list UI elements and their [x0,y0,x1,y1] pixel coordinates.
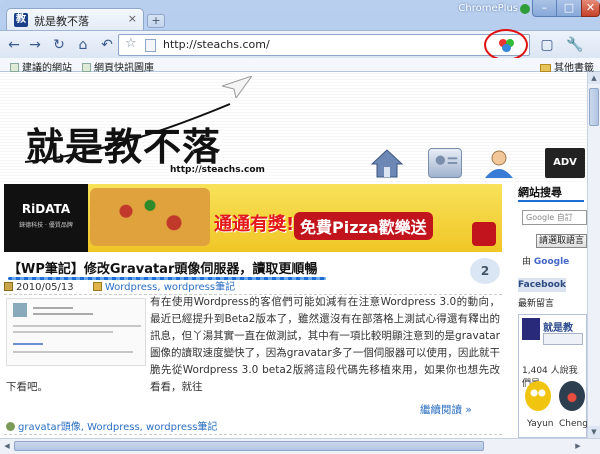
bookmark-star-icon[interactable]: ☆ [125,36,137,51]
chromeplus-icon [520,4,530,14]
search-input[interactable]: Google 自訂 [522,210,587,225]
bookmarks-bar: 建議的網站 網頁快訊圖庫 其他書籤 [0,58,600,74]
folder-icon [92,282,102,291]
post-meta: 2010/05/13 Wordpress, wordpress筆記 [4,278,502,293]
post-title[interactable]: 【WP筆記】修改Gravatar頭像伺服器，讀取更順暢 [8,258,317,277]
address-bar[interactable]: ☆ http://steachs.com/ [118,34,530,56]
tab-latest-comments[interactable]: 最新留言 [518,296,578,310]
avatar [13,303,27,317]
home-button[interactable]: ⌂ [72,35,94,55]
site-logo-url: http://steachs.com [170,165,265,175]
user-icon[interactable] [482,148,516,178]
divider [518,200,584,202]
tag-icon [6,422,15,431]
url-text[interactable]: http://steachs.com/ [163,38,270,51]
site-logo[interactable]: 就是教不落 [26,116,221,171]
calendar-icon [4,282,13,291]
folder-icon [540,64,551,72]
site-header: 就是教不落 http://steachs.com ADV [0,72,587,184]
web-page: 就是教不落 http://steachs.com ADV RiDATA 錸德科技… [0,72,587,438]
tab-active[interactable]: 教 就是教不落 × [6,8,144,30]
tab-strip: 教 就是教不落 × + ChromePlus – □ ✕ [0,0,600,30]
facebook-fan-box: 就是教 1,404 人說我們是 Yayun Cheng [518,314,587,438]
tab-title: 就是教不落 [34,15,89,28]
site-favicon-icon: 教 [14,13,28,27]
window-minimize-button[interactable]: – [532,0,557,17]
ad-banner[interactable]: RiDATA 錸德科技 · 優質品牌 通通有獎! 免費Pizza歡樂送 [4,184,502,252]
post-excerpt-continued: 下看吧。 [6,381,48,393]
wrench-menu-button[interactable]: 🔧 [564,35,586,55]
reload-button[interactable]: ↻ [48,35,70,55]
fan-name[interactable]: Cheng [559,419,587,429]
powered-by-google: 由 Google [522,257,570,267]
fan-avatar[interactable] [559,381,585,411]
adv-icon[interactable]: ADV [545,148,585,178]
fan-avatar[interactable] [525,381,551,411]
scroll-up-icon[interactable]: ▲ [588,72,600,84]
read-more-link[interactable]: 繼續閱讀 » [420,402,472,417]
scroll-right-icon[interactable]: ▶ [572,440,584,452]
language-select-button[interactable]: 請選取語言 [536,234,587,248]
horizontal-scrollbar[interactable]: ◀ ▶ [0,438,600,454]
forward-button[interactable]: → [24,35,46,55]
scroll-thumb[interactable] [14,441,484,451]
post-tags[interactable]: gravatar頭像, Wordpress, wordpress筆記 [6,418,217,433]
browser-brand: ChromePlus [458,3,518,14]
scroll-thumb[interactable] [589,88,599,126]
post-thumbnail [6,298,146,366]
tab-facebook[interactable]: Facebook [518,278,566,292]
scroll-down-icon[interactable]: ▼ [588,426,600,438]
ridata-logo: RiDATA 錸德科技 · 優質品牌 [4,184,88,252]
page-icon [82,63,91,72]
scroll-left-icon[interactable]: ◀ [1,440,13,452]
highlight-circle [484,29,528,61]
new-tab-button[interactable]: + [147,14,165,28]
paper-plane-icon [222,76,252,98]
post-date: 2010/05/13 [16,282,74,293]
sidebar-title: 網站搜尋 [518,186,562,199]
fanpage-name[interactable]: 就是教 [543,319,573,334]
browser-window: 教 就是教不落 × + ChromePlus – □ ✕ ← → ↻ ⌂ ↶ ☆… [0,0,600,454]
pizza-hut-logo [472,222,496,246]
post-excerpt: 有在使用Wordpress的客倌們可能如減有在注意Wordpress 3.0的動… [150,296,500,393]
window-maximize-button[interactable]: □ [557,0,581,17]
page-menu-button[interactable]: ▢ [536,35,558,55]
page-icon [145,39,156,52]
id-card-icon[interactable] [428,148,462,178]
vertical-scrollbar[interactable]: ▲ ▼ [587,72,600,438]
window-close-button[interactable]: ✕ [581,0,600,17]
banner-headline: 通通有獎! [214,214,295,235]
banner-offer: 免費Pizza歡樂送 [294,212,433,240]
home-icon[interactable] [370,148,404,178]
tab-close-icon[interactable]: × [128,12,137,25]
sidebar: 網站搜尋 Google 自訂 請選取語言 由 Google Facebook 最… [512,180,587,438]
divider [4,434,502,435]
fanpage-avatar [522,318,540,340]
like-button[interactable] [543,333,583,345]
post-categories[interactable]: Wordpress, wordpress筆記 [105,282,235,293]
back-button[interactable]: ← [3,35,25,55]
fan-name[interactable]: Yayun [527,419,554,429]
pizza-image [90,188,210,246]
history-button[interactable]: ↶ [96,35,118,55]
page-icon [10,63,19,72]
